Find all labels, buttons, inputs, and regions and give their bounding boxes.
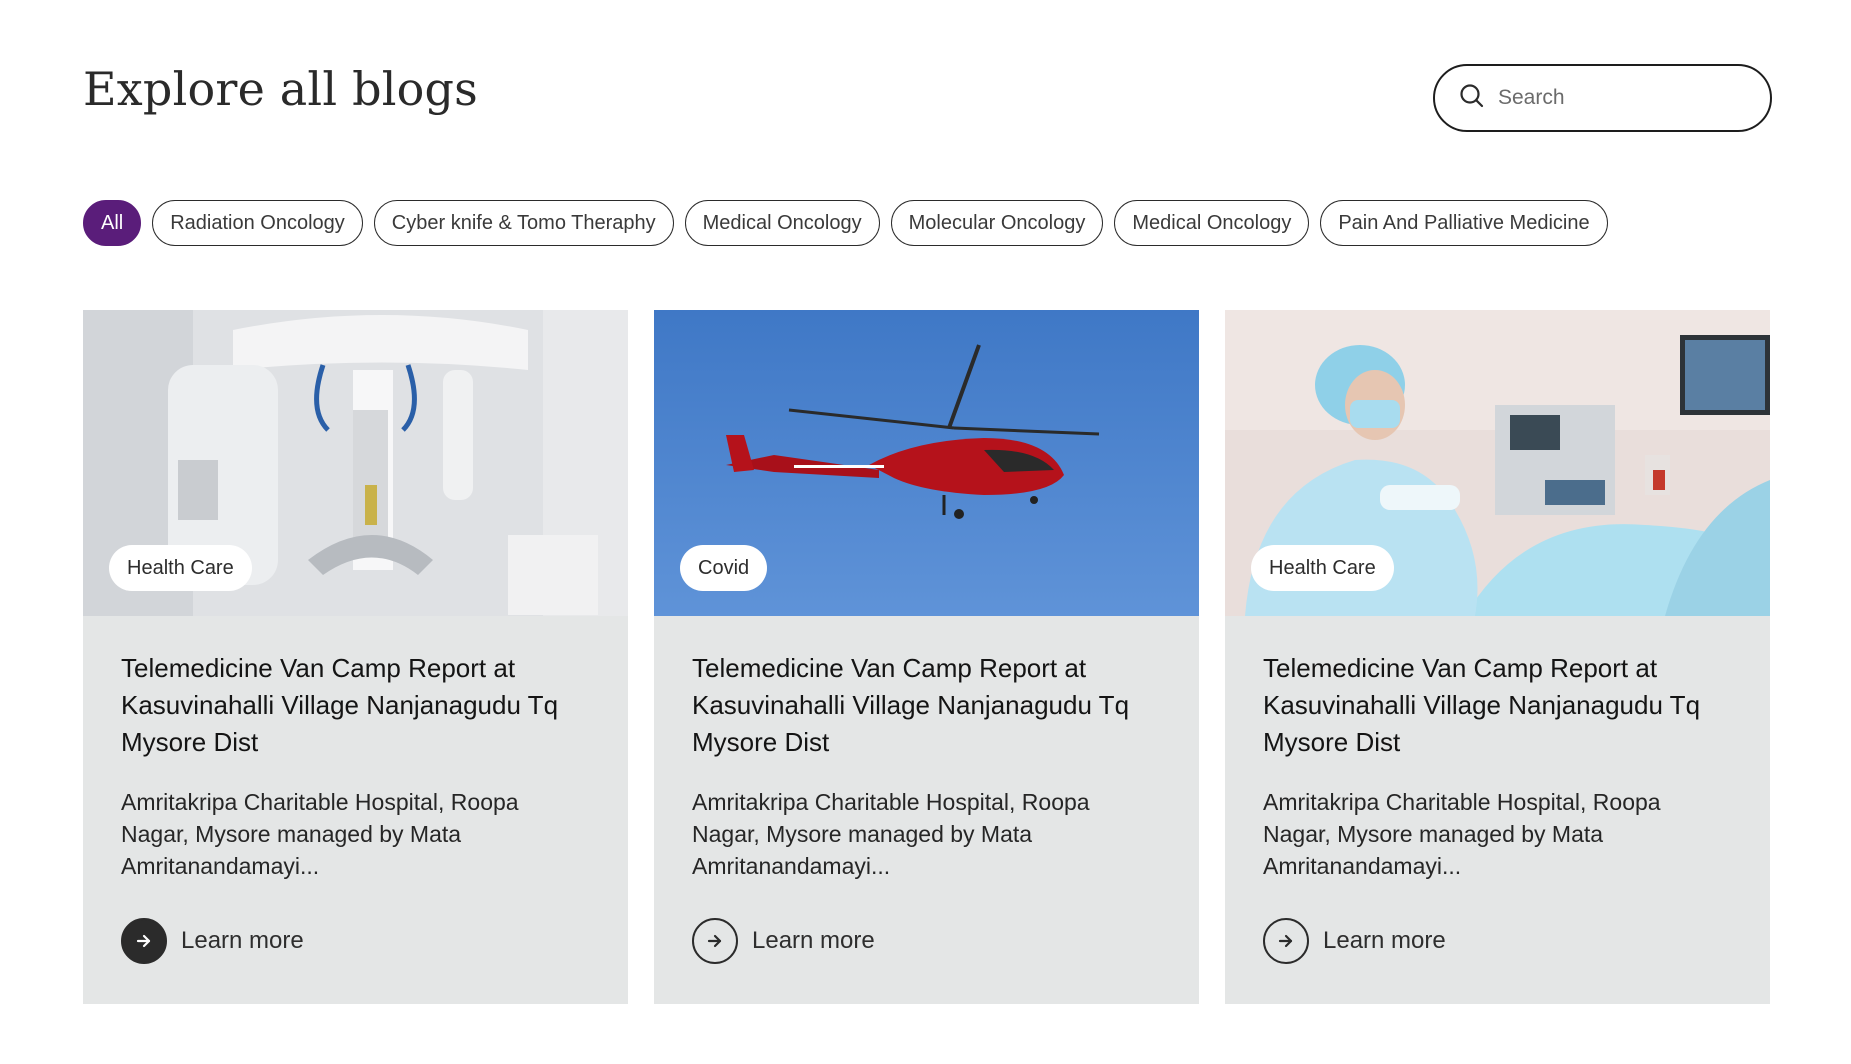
- filter-chip-medical-oncology[interactable]: Medical Oncology: [684, 200, 880, 246]
- filter-chip-radiation-oncology[interactable]: Radiation Oncology: [152, 200, 363, 246]
- blog-card-image[interactable]: Covid: [654, 310, 1199, 616]
- filter-chip-cyber-knife-tomo-theraphy[interactable]: Cyber knife & Tomo Theraphy: [373, 200, 674, 246]
- category-filters: All Radiation Oncology Cyber knife & Tom…: [83, 200, 1608, 246]
- filter-chip-molecular-oncology[interactable]: Molecular Oncology: [890, 200, 1104, 246]
- filter-chip-pain-palliative-medicine[interactable]: Pain And Palliative Medicine: [1320, 200, 1608, 246]
- learn-more-link[interactable]: Learn more: [121, 918, 304, 964]
- blog-card-image[interactable]: Health Care: [83, 310, 628, 616]
- filter-chip-all[interactable]: All: [83, 200, 142, 246]
- arrow-right-icon: [1263, 918, 1309, 964]
- blog-card-grid: Health Care Telemedicine Van Camp Report…: [83, 310, 1770, 1004]
- blog-card-image[interactable]: Health Care: [1225, 310, 1770, 616]
- arrow-right-icon: [121, 918, 167, 964]
- learn-more-link[interactable]: Learn more: [1263, 918, 1446, 964]
- blog-card-excerpt: Amritakripa Charitable Hospital, Roopa N…: [692, 789, 1090, 879]
- blog-card-title[interactable]: Telemedicine Van Camp Report at Kasuvina…: [121, 650, 601, 761]
- category-tag: Covid: [680, 545, 768, 591]
- category-tag: Health Care: [109, 545, 252, 591]
- learn-more-label: Learn more: [752, 927, 875, 954]
- search-input[interactable]: [1496, 85, 1750, 111]
- learn-more-link[interactable]: Learn more: [692, 918, 875, 964]
- blog-card-excerpt: Amritakripa Charitable Hospital, Roopa N…: [121, 789, 519, 879]
- blog-card[interactable]: Covid Telemedicine Van Camp Report at Ka…: [654, 310, 1199, 1004]
- blog-card[interactable]: Health Care Telemedicine Van Camp Report…: [83, 310, 628, 1004]
- blog-card-title[interactable]: Telemedicine Van Camp Report at Kasuvina…: [692, 650, 1172, 761]
- blog-card[interactable]: Health Care Telemedicine Van Camp Report…: [1225, 310, 1770, 1004]
- page-title: Explore all blogs: [83, 62, 478, 116]
- filter-chip-medical-oncology-2[interactable]: Medical Oncology: [1114, 200, 1310, 246]
- category-tag: Health Care: [1251, 545, 1394, 591]
- search-icon: [1458, 82, 1486, 115]
- blog-card-title[interactable]: Telemedicine Van Camp Report at Kasuvina…: [1263, 650, 1743, 761]
- blog-card-excerpt: Amritakripa Charitable Hospital, Roopa N…: [1263, 789, 1661, 879]
- arrow-right-icon: [692, 918, 738, 964]
- learn-more-label: Learn more: [1323, 927, 1446, 954]
- learn-more-label: Learn more: [181, 927, 304, 954]
- search-box[interactable]: [1433, 64, 1772, 132]
